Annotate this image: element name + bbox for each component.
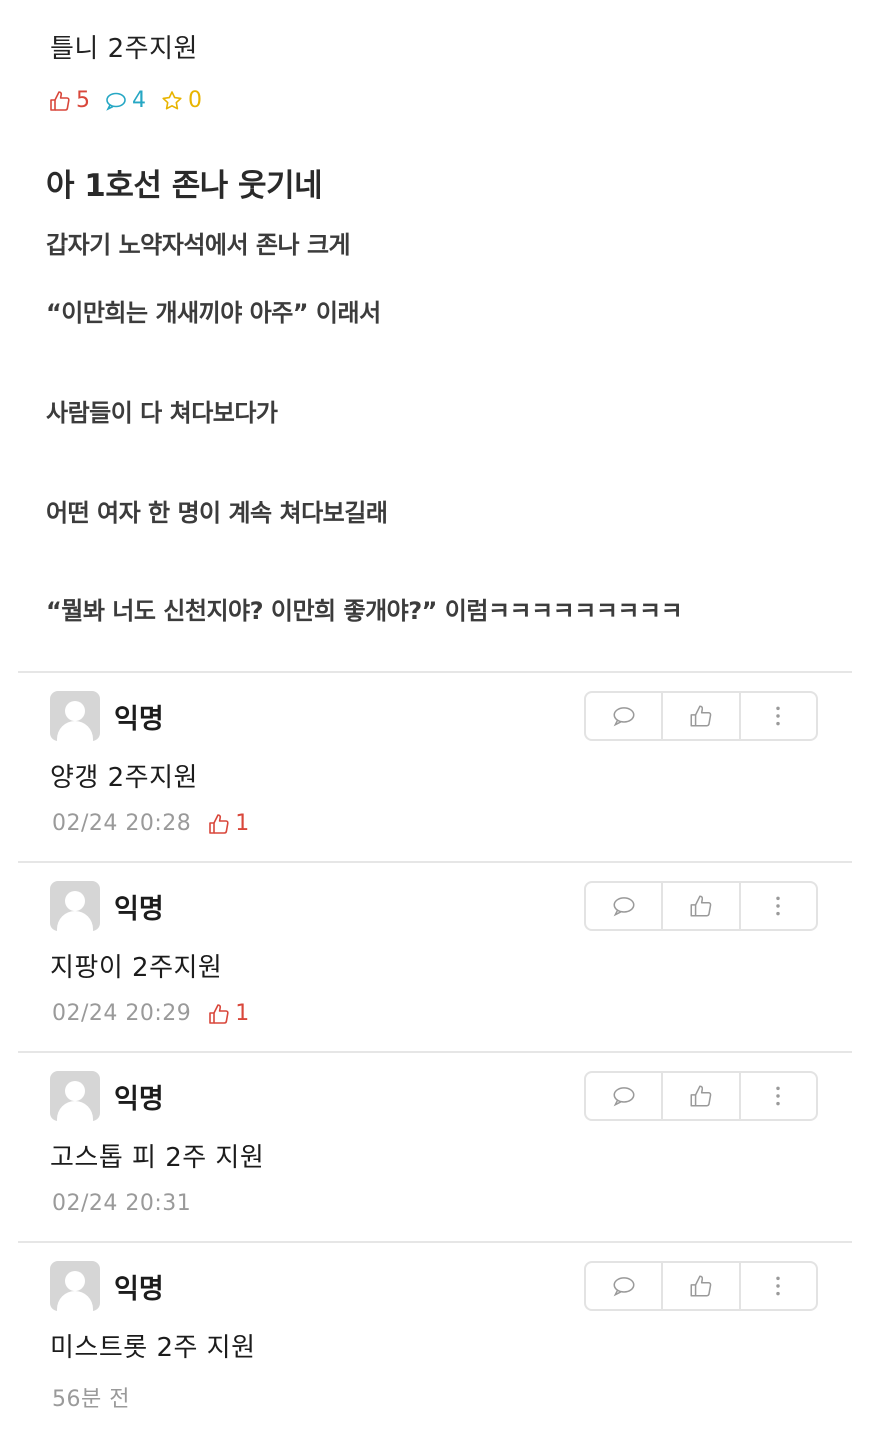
vertical-dots-icon: [776, 706, 781, 726]
vertical-dots-icon: [776, 896, 781, 916]
comment-like-count: 1: [207, 1001, 250, 1026]
comment-count-value: 4: [132, 88, 146, 113]
speech-bubble-icon: [613, 707, 635, 727]
comment-author: 익명: [114, 1274, 164, 1305]
comment-text: 양갱 2주지원: [50, 763, 198, 793]
comment-like-value: 1: [235, 1001, 250, 1026]
post-title: 아 1호선 존나 웃기네: [46, 168, 323, 204]
post-line: “뭘봐 너도 신천지야? 이만희 좋개야?” 이럼ㅋㅋㅋㅋㅋㅋㅋㅋㅋ: [46, 597, 683, 625]
more-button[interactable]: [741, 883, 816, 929]
post-line: “이만희는 개새끼야 아주” 이래서: [46, 299, 381, 327]
reply-button[interactable]: [586, 883, 664, 929]
comment-item: 익명 양갱 2주지원 02/24 20:28 1: [18, 673, 852, 861]
thumbs-up-icon: [690, 1275, 712, 1297]
comment-meta: 02/24 20:31: [52, 1191, 191, 1216]
vertical-dots-icon: [776, 1086, 781, 1106]
thumbs-up-icon: [690, 895, 712, 917]
thumbs-up-icon: [50, 90, 70, 111]
like-button[interactable]: [663, 1263, 741, 1309]
comment-actions: [584, 691, 818, 741]
avatar: [50, 1071, 100, 1121]
post-stats: 5 4 0: [48, 88, 202, 113]
comment-item: 익명 고스톱 피 2주 지원 02/24 20:31: [18, 1053, 852, 1241]
comment-actions: [584, 1261, 818, 1311]
avatar: [50, 1261, 100, 1311]
thumbs-up-icon: [690, 1085, 712, 1107]
comment-meta: 02/24 20:29 1: [52, 1001, 250, 1026]
comment-item: 익명 지팡이 2주지원 02/24 20:29 1: [18, 863, 852, 1051]
comment-actions: [584, 881, 818, 931]
reply-button[interactable]: [586, 1073, 664, 1119]
comment-text: 고스톱 피 2주 지원: [50, 1143, 265, 1173]
like-button[interactable]: [663, 693, 741, 739]
speech-bubble-icon: [613, 897, 635, 917]
thumbs-up-icon: [209, 1003, 229, 1024]
post-line: 어떤 여자 한 명이 계속 쳐다보길래: [46, 499, 388, 527]
speech-bubble-icon: [106, 92, 126, 111]
like-count-value: 5: [76, 88, 90, 113]
comment-author: 익명: [114, 704, 164, 735]
comment-time: 02/24 20:28: [52, 811, 192, 836]
speech-bubble-icon: [613, 1277, 635, 1297]
comment-like-count: 1: [207, 811, 250, 836]
post-body: 아 1호선 존나 웃기네 갑자기 노약자석에서 존나 크게 “이만희는 개새끼야…: [46, 160, 826, 625]
more-button[interactable]: [741, 1073, 816, 1119]
comment-text: 지팡이 2주지원: [50, 953, 223, 983]
more-button[interactable]: [741, 1263, 816, 1309]
comment-like-value: 1: [235, 811, 250, 836]
thumbs-up-icon: [690, 705, 712, 727]
comment-item: 익명 미스트롯 2주 지원 56분 전: [18, 1243, 852, 1433]
scrap-count[interactable]: 0: [160, 88, 202, 113]
post-line: 갑자기 노약자석에서 존나 크게: [46, 231, 351, 259]
comment-actions: [584, 1071, 818, 1121]
like-button[interactable]: [663, 1073, 741, 1119]
more-button[interactable]: [741, 693, 816, 739]
comment-time: 02/24 20:31: [52, 1191, 192, 1216]
post-line: 사람들이 다 쳐다보다가: [46, 399, 278, 427]
thumbs-up-icon: [209, 813, 229, 834]
reply-button[interactable]: [586, 693, 664, 739]
speech-bubble-icon: [613, 1087, 635, 1107]
star-icon: [162, 90, 182, 109]
comment-meta: 02/24 20:28 1: [52, 811, 250, 836]
reply-button[interactable]: [586, 1263, 664, 1309]
comment-time: 02/24 20:29: [52, 1001, 192, 1026]
comment-author: 익명: [114, 894, 164, 925]
comment-author: 익명: [114, 1084, 164, 1115]
like-count[interactable]: 5: [48, 88, 90, 113]
vertical-dots-icon: [776, 1276, 781, 1296]
avatar: [50, 691, 100, 741]
like-button[interactable]: [663, 883, 741, 929]
post-subtitle: 틀니 2주지원: [50, 34, 198, 64]
comment-meta: 56분 전: [52, 1381, 130, 1413]
comment-count[interactable]: 4: [104, 88, 146, 113]
scrap-count-value: 0: [188, 88, 202, 113]
comment-text: 미스트롯 2주 지원: [50, 1333, 256, 1363]
avatar: [50, 881, 100, 931]
post-header: 틀니 2주지원: [50, 28, 198, 65]
comment-time: 56분 전: [52, 1387, 130, 1412]
